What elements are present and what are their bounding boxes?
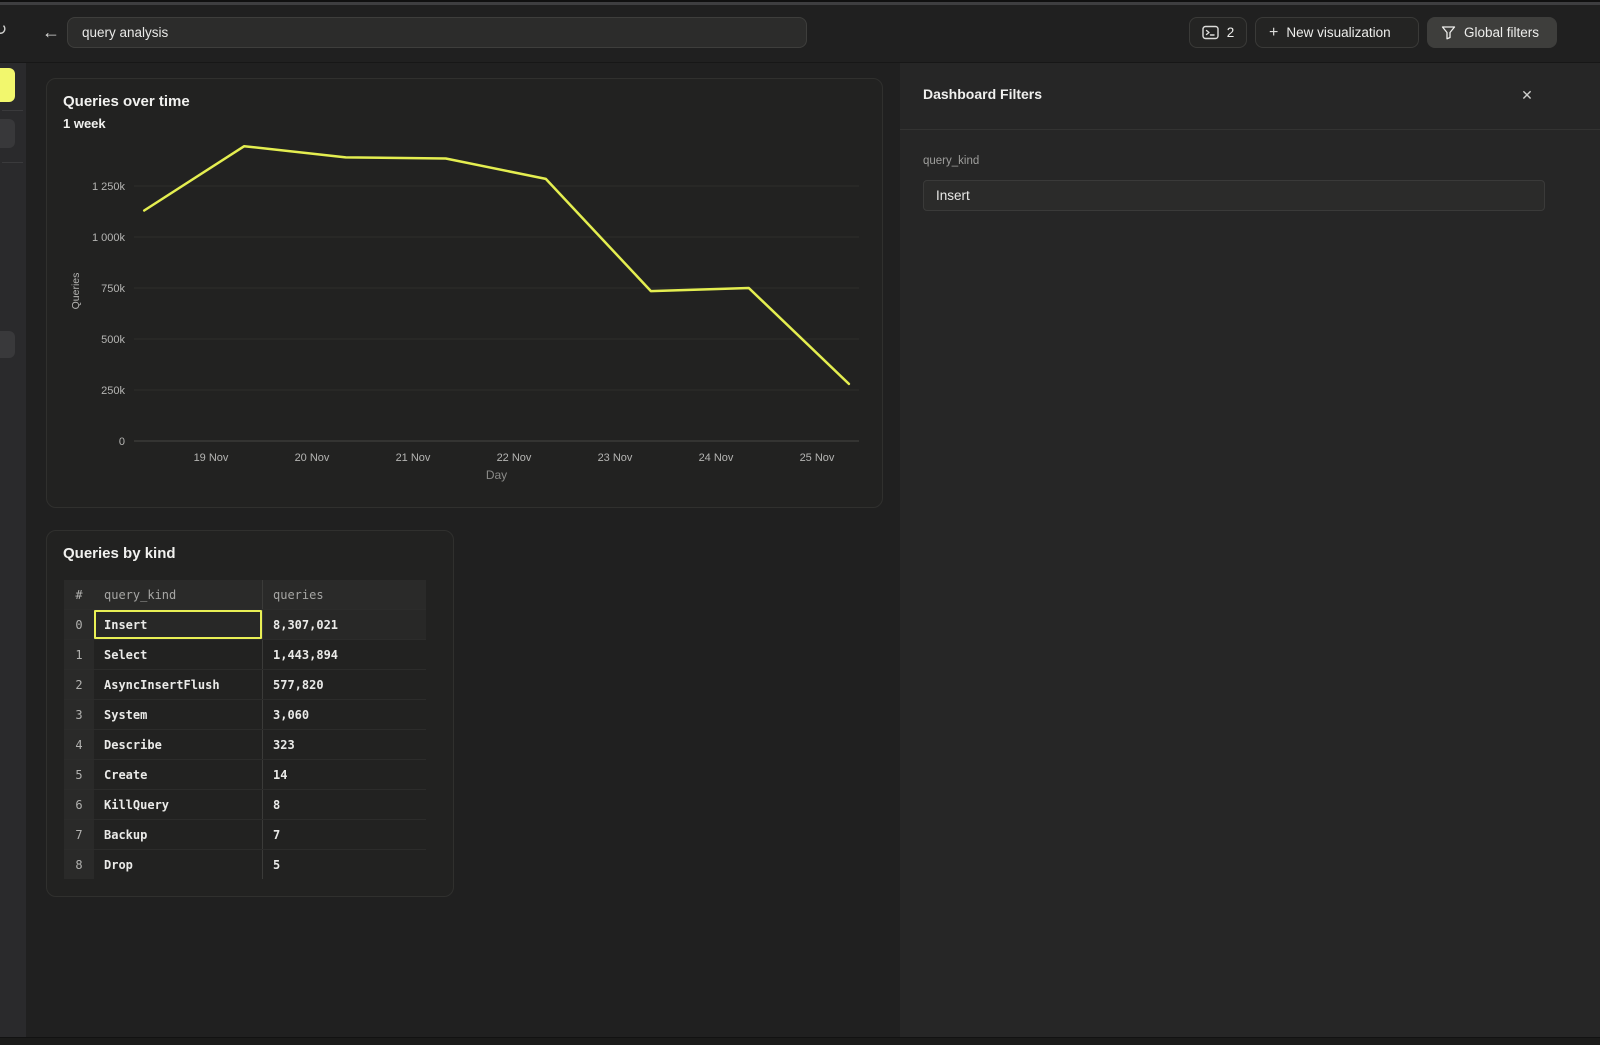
x-tick-label: 25 Nov xyxy=(800,452,835,464)
x-axis-title: Day xyxy=(486,468,507,482)
funnel-icon xyxy=(1441,25,1456,40)
filter-field-label: query_kind xyxy=(923,155,979,167)
table-row[interactable]: 7Backup7 xyxy=(64,819,426,849)
global-filters-label: Global filters xyxy=(1464,25,1539,40)
table-row[interactable]: 5Create14 xyxy=(64,759,426,789)
queries-count-cell: 7 xyxy=(262,820,426,849)
topbar: ↻ ← 2 + New visualization Global filters xyxy=(0,5,1600,63)
query-kind-cell[interactable]: Backup xyxy=(94,820,262,849)
row-index: 0 xyxy=(64,610,94,639)
table-row[interactable]: 8Drop5 xyxy=(64,849,426,879)
terminal-icon xyxy=(1202,25,1219,40)
global-filters-button[interactable]: Global filters xyxy=(1427,17,1557,48)
plus-icon: + xyxy=(1269,25,1278,41)
table-row[interactable]: 4Describe323 xyxy=(64,729,426,759)
row-index: 4 xyxy=(64,730,94,759)
x-tick-label: 20 Nov xyxy=(295,452,330,464)
new-visualization-button[interactable]: + New visualization xyxy=(1255,17,1419,48)
table-header-row: #query_kindqueries xyxy=(64,580,426,609)
queries-count-cell: 323 xyxy=(262,730,426,759)
window-bottom-edge xyxy=(0,1037,1600,1045)
queries-over-time-card: Queries over time 1 week 0250k500k750k1 … xyxy=(46,78,883,508)
queries-count-cell: 577,820 xyxy=(262,670,426,699)
console-count: 2 xyxy=(1227,25,1235,40)
back-button[interactable]: ← xyxy=(38,17,64,47)
queries-count-cell: 14 xyxy=(262,760,426,789)
query-kind-cell[interactable]: Insert xyxy=(94,610,262,639)
row-index: 3 xyxy=(64,700,94,729)
app-window: ↻ ← 2 + New visualization Global filters xyxy=(0,0,1600,1045)
console-count-button[interactable]: 2 xyxy=(1189,17,1247,48)
sidebar-item-3[interactable] xyxy=(0,331,15,358)
table-row[interactable]: 6KillQuery8 xyxy=(64,789,426,819)
y-axis-title: Queries xyxy=(70,273,82,310)
table-row[interactable]: 2AsyncInsertFlush577,820 xyxy=(64,669,426,699)
y-tick-label: 750k xyxy=(101,283,125,295)
row-index: 1 xyxy=(64,640,94,669)
query-kind-cell[interactable]: Select xyxy=(94,640,262,669)
filters-panel-title: Dashboard Filters xyxy=(923,86,1042,102)
sidebar xyxy=(0,63,26,1037)
y-tick-label: 0 xyxy=(119,436,125,448)
col-header-query-kind: query_kind xyxy=(94,580,262,609)
row-index: 6 xyxy=(64,790,94,819)
query-kind-cell[interactable]: Drop xyxy=(94,850,262,879)
query-kind-filter-input[interactable] xyxy=(923,180,1545,211)
row-index: 7 xyxy=(64,820,94,849)
sidebar-divider xyxy=(2,110,23,111)
queries-line-chart[interactable]: 0 250k 500k 750k 1 000k 1 250k Queries 19 Nov 20… xyxy=(47,79,884,509)
query-kind-cell[interactable]: Create xyxy=(94,760,262,789)
col-header-queries: queries xyxy=(262,580,426,609)
row-index: 5 xyxy=(64,760,94,789)
y-tick-label: 1 250k xyxy=(92,181,126,193)
y-tick-label: 1 000k xyxy=(92,232,126,244)
x-tick-label: 19 Nov xyxy=(194,452,229,464)
queries-count-cell: 8,307,021 xyxy=(262,610,426,639)
sidebar-divider xyxy=(2,162,23,163)
queries-count-cell: 3,060 xyxy=(262,700,426,729)
queries-by-kind-table: #query_kindqueries0Insert8,307,0211Selec… xyxy=(64,580,426,879)
table-title: Queries by kind xyxy=(63,545,176,562)
queries-count-cell: 8 xyxy=(262,790,426,819)
dashboard-filters-panel: Dashboard Filters ✕ query_kind xyxy=(900,63,1600,1037)
x-tick-label: 22 Nov xyxy=(497,452,532,464)
row-index: 8 xyxy=(64,850,94,879)
y-tick-label: 500k xyxy=(101,334,125,346)
table-row[interactable]: 3System3,060 xyxy=(64,699,426,729)
row-index: 2 xyxy=(64,670,94,699)
table-row[interactable]: 1Select1,443,894 xyxy=(64,639,426,669)
x-tick-label: 24 Nov xyxy=(699,452,734,464)
x-tick-label: 23 Nov xyxy=(598,452,633,464)
sidebar-item-2[interactable] xyxy=(0,119,15,148)
col-header-index: # xyxy=(64,580,94,609)
queries-count-cell: 5 xyxy=(262,850,426,879)
queries-series-line xyxy=(144,146,849,384)
history-icon[interactable]: ↻ xyxy=(0,20,7,40)
query-kind-cell[interactable]: Describe xyxy=(94,730,262,759)
query-kind-cell[interactable]: KillQuery xyxy=(94,790,262,819)
queries-by-kind-card: Queries by kind #query_kindqueries0Inser… xyxy=(46,530,454,897)
queries-count-cell: 1,443,894 xyxy=(262,640,426,669)
close-icon[interactable]: ✕ xyxy=(1516,84,1538,106)
sidebar-item-active[interactable] xyxy=(0,68,15,102)
filters-panel-header: Dashboard Filters ✕ xyxy=(900,63,1600,130)
table-row[interactable]: 0Insert8,307,021 xyxy=(64,609,426,639)
query-kind-cell[interactable]: System xyxy=(94,700,262,729)
dashboard-title-input[interactable] xyxy=(67,17,807,48)
new-visualization-label: New visualization xyxy=(1286,25,1390,40)
query-kind-cell[interactable]: AsyncInsertFlush xyxy=(94,670,262,699)
x-tick-label: 21 Nov xyxy=(396,452,431,464)
y-tick-label: 250k xyxy=(101,385,125,397)
